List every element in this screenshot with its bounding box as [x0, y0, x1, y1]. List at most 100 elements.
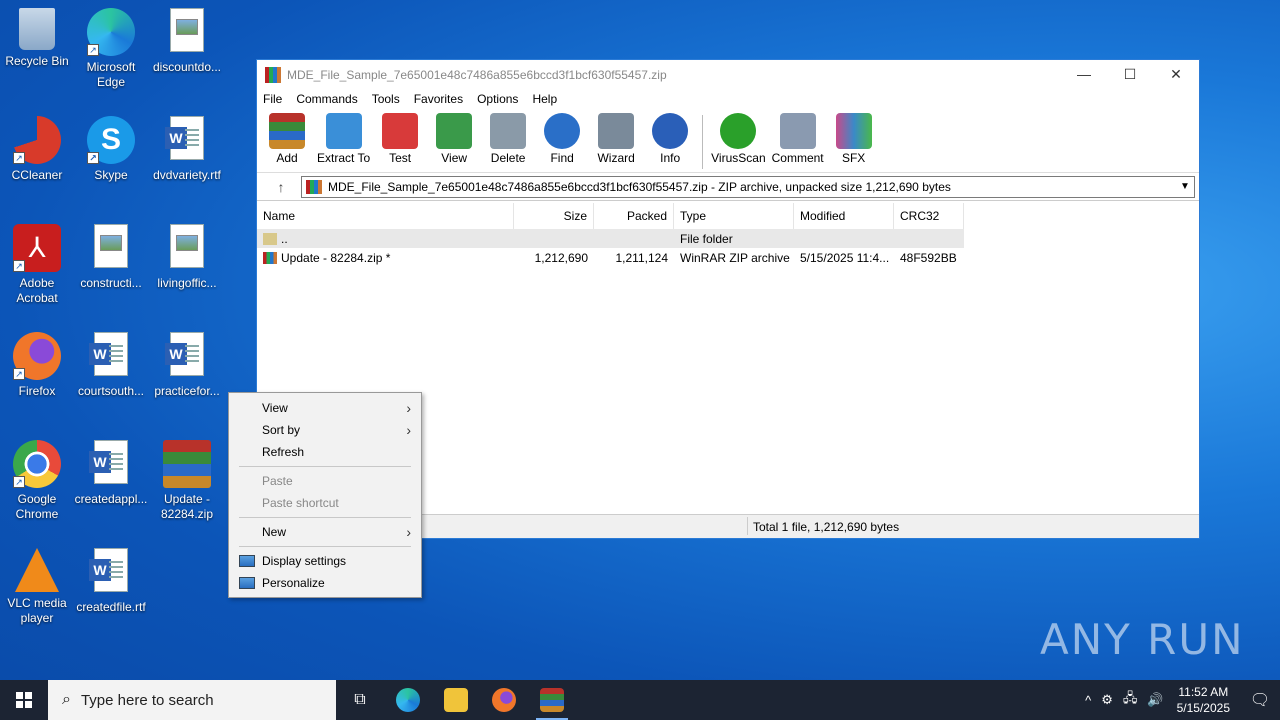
col-type[interactable]: Type	[674, 203, 794, 229]
menu-item-label: New	[262, 525, 287, 539]
status-text: Total 1 file, 1,212,690 bytes	[753, 520, 900, 534]
menu-file[interactable]: File	[263, 92, 282, 106]
row-crc: 48F592BB	[900, 250, 957, 265]
search-box[interactable]: ⌕ Type here to search	[48, 680, 336, 720]
col-name[interactable]: Name	[257, 203, 514, 229]
chevron-up-icon[interactable]: ^	[1085, 693, 1091, 708]
menu-options[interactable]: Options	[477, 92, 518, 106]
firefox-icon	[492, 688, 516, 712]
menu-favorites[interactable]: Favorites	[414, 92, 463, 106]
desktop-icon-skype[interactable]: S ↗ Skype	[74, 116, 148, 183]
notification-icon[interactable]: 🗨	[1240, 690, 1280, 710]
word-doc-icon: W	[163, 332, 211, 380]
desktop-icon-constructi[interactable]: constructi...	[74, 224, 148, 291]
menu-help[interactable]: Help	[532, 92, 557, 106]
sfx-icon	[835, 113, 872, 149]
desktop-icon-courtsouth[interactable]: W courtsouth...	[74, 332, 148, 399]
desktop-icon-createdappl[interactable]: W createdappl...	[74, 440, 148, 507]
column-header: Name Size Packed Type Modified CRC32	[257, 203, 1199, 229]
device-icon[interactable]: ⚙	[1101, 692, 1113, 708]
menu-commands[interactable]: Commands	[296, 92, 357, 106]
context-personalize[interactable]: Personalize	[229, 572, 421, 594]
desktop-icon-firefox[interactable]: ↗ Firefox	[0, 332, 74, 399]
minimize-button[interactable]: —	[1061, 66, 1107, 83]
find-label: Find	[550, 151, 574, 165]
menu-item-label: Personalize	[262, 576, 325, 590]
address-bar: ↑ MDE_File_Sample_7e65001e48c7486a855e6b…	[257, 173, 1199, 201]
desktop-icon-label: CCleaner	[11, 168, 63, 182]
context-sort-by[interactable]: Sort by ›	[229, 419, 421, 441]
col-modified[interactable]: Modified	[794, 203, 894, 229]
volume-icon[interactable]: 🔊	[1147, 692, 1163, 708]
desktop-icon-recycle-bin[interactable]: Recycle Bin	[0, 8, 74, 69]
comment-icon	[779, 113, 816, 149]
taskbar-winrar[interactable]	[528, 680, 576, 720]
desktop-icon-ccleaner[interactable]: ↗ CCleaner	[0, 116, 74, 183]
start-button[interactable]	[0, 680, 48, 720]
up-arrow-icon[interactable]: ↑	[261, 179, 301, 195]
book-icon	[436, 113, 473, 149]
table-row[interactable]: .. File folder	[257, 229, 964, 248]
desktop-icon-createdfile[interactable]: W createdfile.rtf	[74, 548, 148, 615]
col-crc32[interactable]: CRC32	[894, 203, 964, 229]
sfx-button[interactable]: SFX	[830, 113, 878, 165]
row-name: ..	[281, 231, 288, 246]
col-packed[interactable]: Packed	[594, 203, 674, 229]
winrar-icon	[163, 440, 211, 488]
close-button[interactable]: ✕	[1153, 66, 1199, 83]
title-bar[interactable]: MDE_File_Sample_7e65001e48c7486a855e6bcc…	[257, 60, 1199, 89]
desktop-icon-label: createdfile.rtf	[76, 600, 146, 614]
desktop-icon-label: discountdo...	[152, 60, 222, 74]
desktop-icon-vlc[interactable]: VLC media player	[0, 548, 74, 626]
menu-bar: File Commands Tools Favorites Options He…	[257, 89, 1199, 109]
test-button[interactable]: Test	[376, 113, 424, 165]
context-new[interactable]: New ›	[229, 521, 421, 543]
clock[interactable]: 11:52 AM 5/15/2025	[1177, 684, 1230, 716]
network-icon[interactable]: 🖧	[1123, 689, 1138, 711]
desktop-icon-chrome[interactable]: ↗ Google Chrome	[0, 440, 74, 522]
context-display-settings[interactable]: Display settings	[229, 550, 421, 572]
view-label: View	[441, 151, 468, 165]
menu-separator	[239, 546, 411, 547]
taskbar-edge[interactable]	[384, 680, 432, 720]
clipboard-check-icon	[382, 113, 419, 149]
table-row[interactable]: Update - 82284.zip * 1,212,690 1,211,124…	[257, 248, 1199, 267]
view-button[interactable]: View	[430, 113, 478, 165]
chevron-down-icon[interactable]: ▼	[1176, 181, 1194, 192]
desktop-icon-label: Firefox	[18, 384, 56, 398]
find-button[interactable]: Find	[538, 113, 586, 165]
taskbar-firefox[interactable]	[480, 680, 528, 720]
desktop-icon-label: Google Chrome	[15, 492, 59, 521]
maximize-button[interactable]: ☐	[1107, 66, 1153, 83]
extract-to-button[interactable]: Extract To	[317, 113, 370, 165]
desktop-icon-practicefor[interactable]: W practicefor...	[150, 332, 224, 399]
desktop-icon-update-zip[interactable]: Update - 82284.zip	[150, 440, 224, 522]
context-view[interactable]: View ›	[229, 397, 421, 419]
context-paste[interactable]: Paste	[229, 470, 421, 492]
menu-item-label: Paste	[262, 474, 293, 488]
context-paste-shortcut[interactable]: Paste shortcut	[229, 492, 421, 514]
context-refresh[interactable]: Refresh	[229, 441, 421, 463]
comment-label: Comment	[771, 151, 824, 165]
menu-separator	[239, 517, 411, 518]
menu-tools[interactable]: Tools	[372, 92, 400, 106]
desktop-icon-dvdvariety[interactable]: W dvdvariety.rtf	[150, 116, 224, 183]
task-view-button[interactable]: ⧉	[336, 680, 384, 720]
desktop-icon-edge[interactable]: ↗ Microsoft Edge	[74, 8, 148, 90]
info-icon	[652, 113, 689, 149]
path-field[interactable]: MDE_File_Sample_7e65001e48c7486a855e6bcc…	[301, 175, 1195, 198]
info-button[interactable]: Info	[646, 113, 694, 165]
col-size[interactable]: Size	[514, 203, 594, 229]
extract-to-label: Extract To	[317, 151, 371, 165]
delete-button[interactable]: Delete	[484, 113, 532, 165]
image-file-icon	[87, 224, 135, 272]
skype-icon: S ↗	[87, 116, 135, 164]
desktop-icon-livingoffic[interactable]: livingoffic...	[150, 224, 224, 291]
taskbar-file-explorer[interactable]	[432, 680, 480, 720]
comment-button[interactable]: Comment	[772, 113, 824, 165]
add-button[interactable]: Add	[263, 113, 311, 165]
desktop-icon-discountdo[interactable]: discountdo...	[150, 8, 224, 75]
desktop-icon-acrobat[interactable]: ⅄ ↗ Adobe Acrobat	[0, 224, 74, 306]
virusscan-button[interactable]: VirusScan	[711, 113, 766, 165]
wizard-button[interactable]: Wizard	[592, 113, 640, 165]
